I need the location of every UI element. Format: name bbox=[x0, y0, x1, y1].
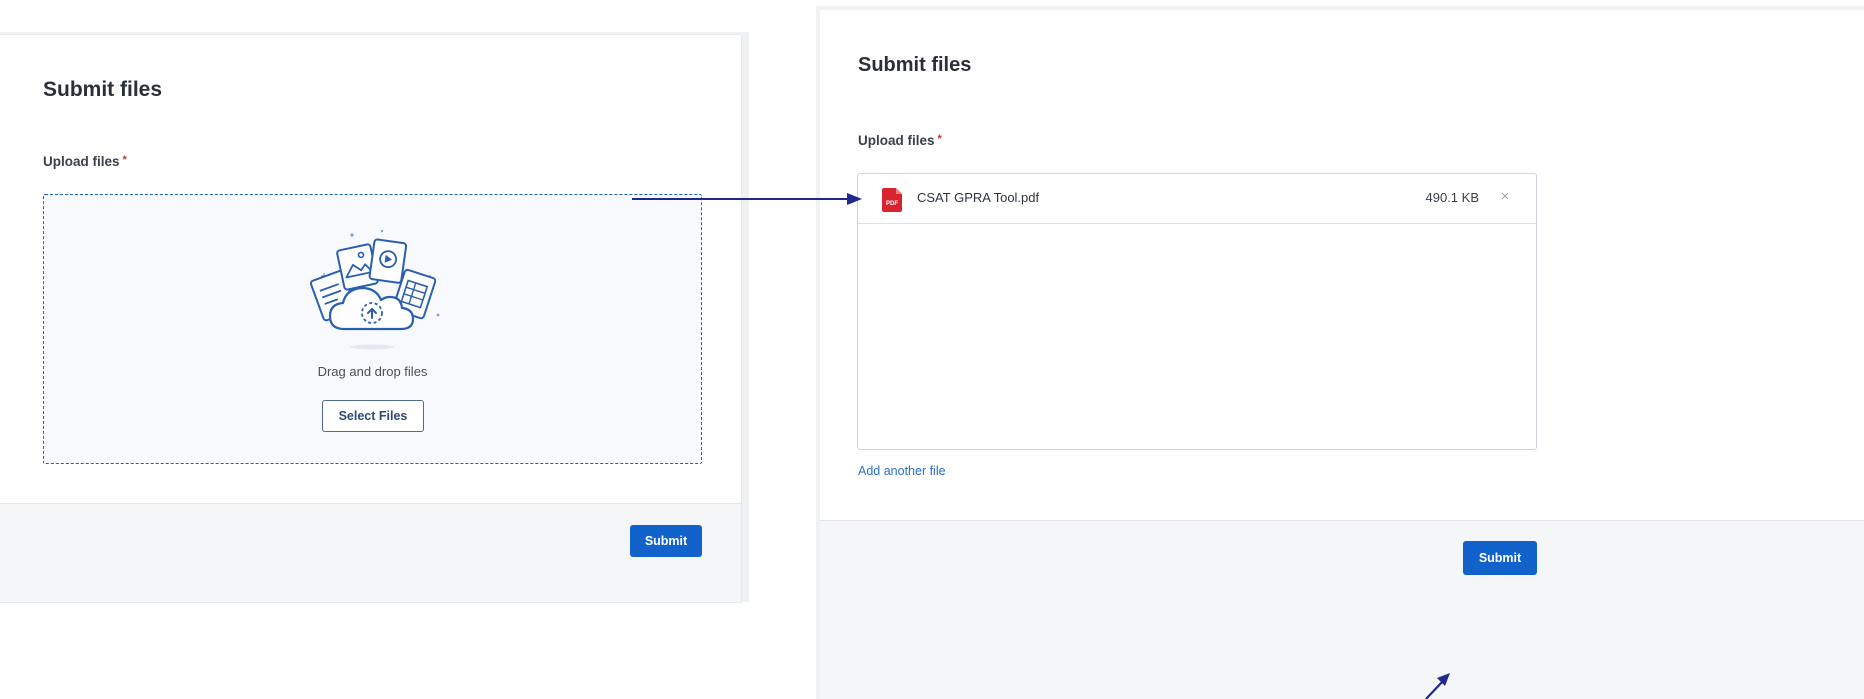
uploaded-files-list: PDF CSAT GPRA Tool.pdf 490.1 KB × bbox=[857, 173, 1537, 450]
upload-files-label-text: Upload files bbox=[43, 154, 120, 169]
submit-files-panel-with-file: Submit files Upload files * PDF CSAT GPRA… bbox=[816, 6, 1864, 699]
remove-file-icon[interactable]: × bbox=[1496, 188, 1514, 206]
page-title: Submit files bbox=[43, 78, 163, 101]
required-indicator: * bbox=[937, 133, 942, 145]
pdf-file-icon: PDF bbox=[882, 188, 902, 212]
submit-files-panel-empty: Submit files Upload files * Drag and dro… bbox=[0, 32, 749, 602]
dropzone-instructions: Drag and drop files bbox=[317, 364, 428, 379]
submit-files-card: Submit files Upload files * Drag and dro… bbox=[0, 35, 741, 602]
submit-files-card: Submit files Upload files * PDF CSAT GPRA… bbox=[820, 10, 1864, 699]
submit-button[interactable]: Submit bbox=[630, 525, 702, 557]
upload-files-label-text: Upload files bbox=[858, 133, 935, 148]
footer-bar: Submit bbox=[0, 503, 741, 602]
add-another-file-link[interactable]: Add another file bbox=[858, 464, 946, 478]
page-title: Submit files bbox=[858, 54, 972, 76]
svg-text:PDF: PDF bbox=[886, 201, 898, 207]
select-files-button[interactable]: Select Files bbox=[322, 400, 424, 432]
file-name: CSAT GPRA Tool.pdf bbox=[917, 190, 1040, 205]
upload-cloud-illustration-icon bbox=[309, 229, 440, 350]
file-list-item: PDF CSAT GPRA Tool.pdf 490.1 KB × bbox=[858, 174, 1536, 224]
submit-button[interactable]: Submit bbox=[1463, 541, 1537, 575]
file-size: 490.1 KB bbox=[1425, 190, 1480, 205]
file-dropzone[interactable]: Drag and drop files Select Files bbox=[43, 194, 702, 464]
required-indicator: * bbox=[122, 154, 127, 166]
upload-files-label: Upload files * bbox=[43, 154, 127, 169]
upload-files-label: Upload files * bbox=[858, 133, 942, 148]
footer-bar: Submit bbox=[820, 520, 1864, 699]
